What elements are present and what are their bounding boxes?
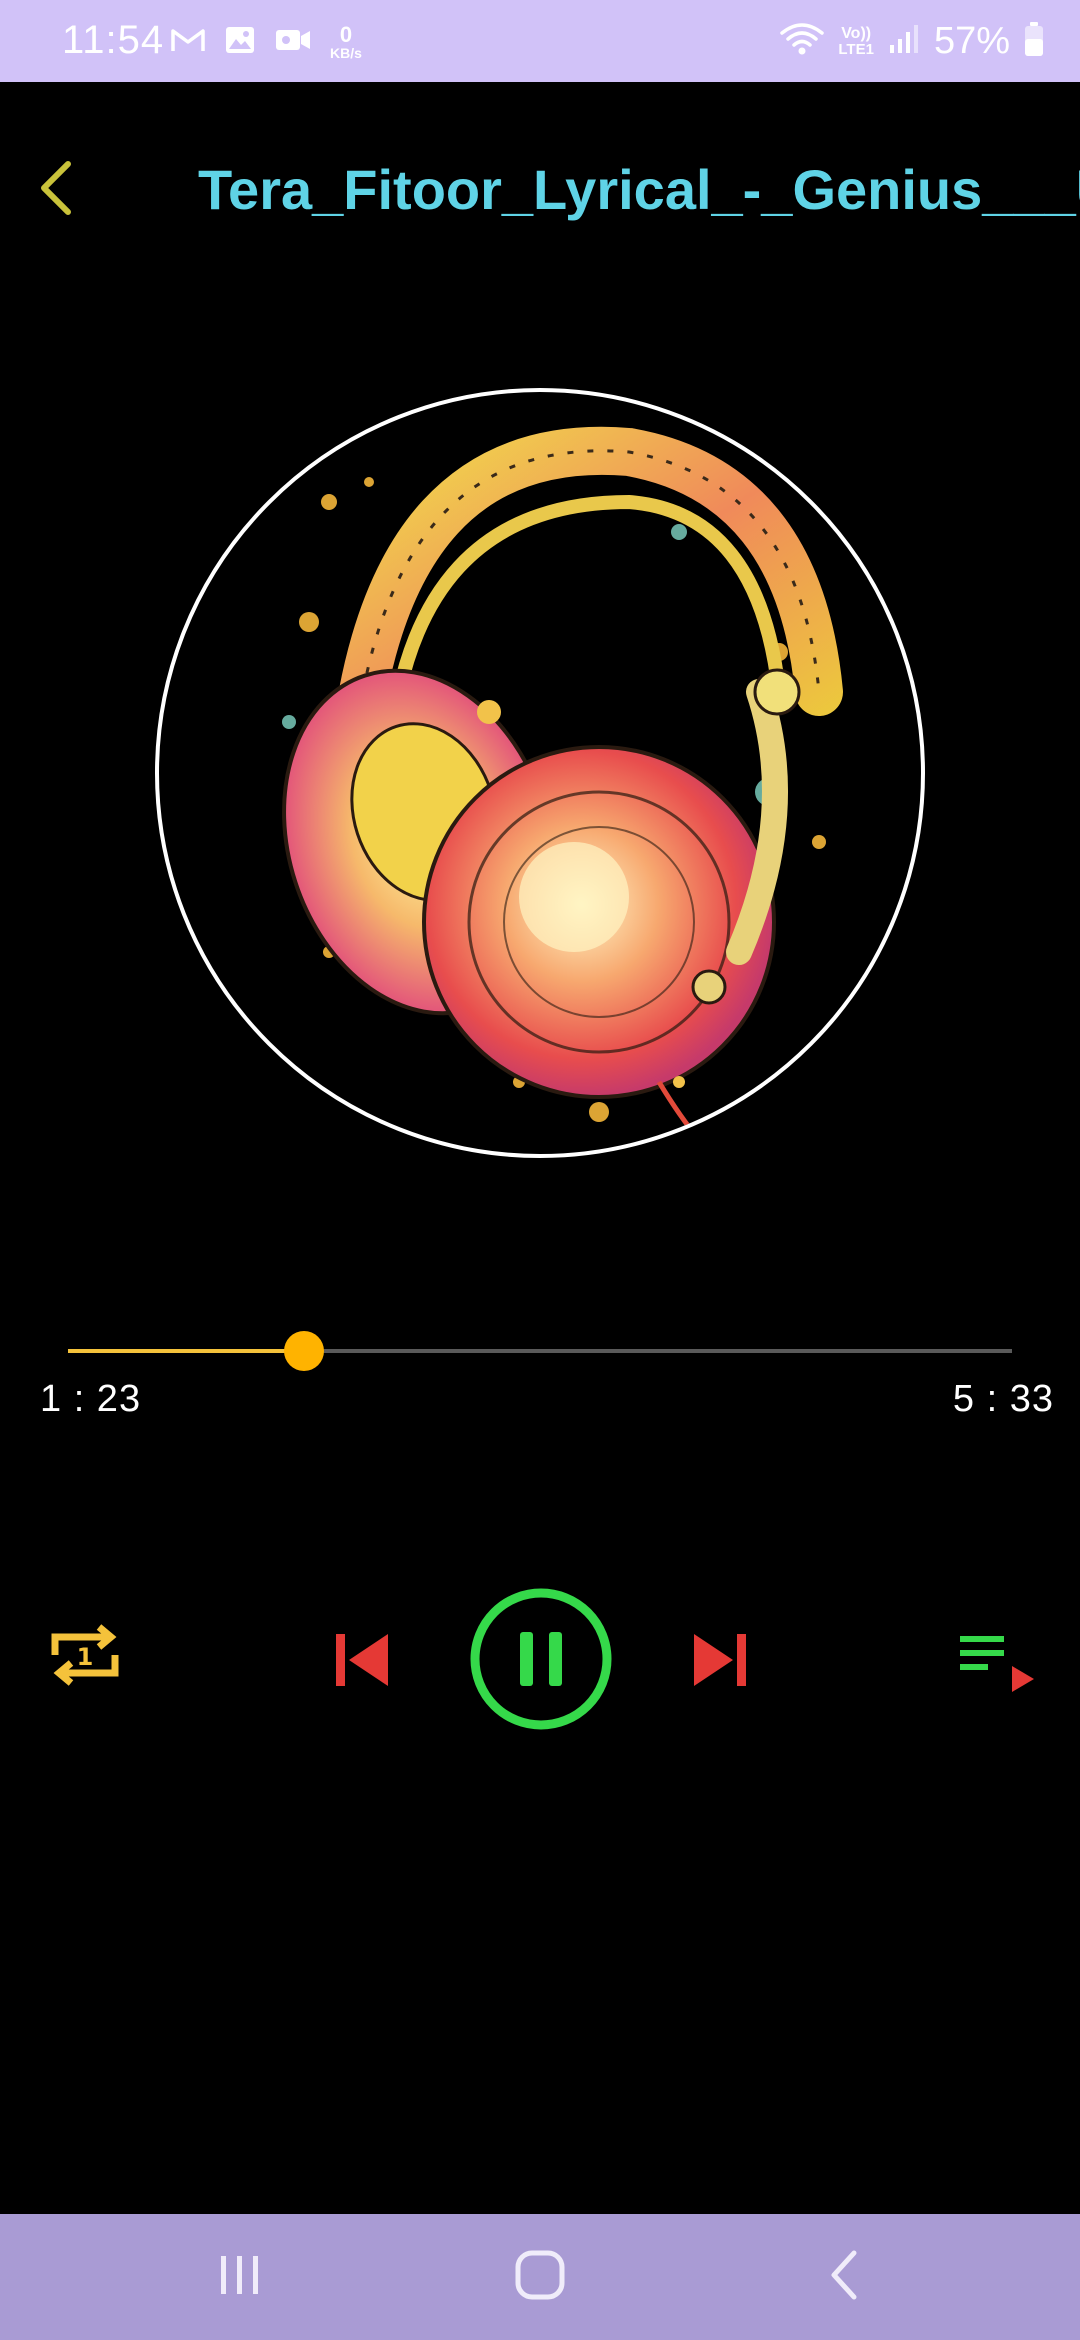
elapsed-time: 1 : 23 bbox=[40, 1378, 142, 1420]
network-speed: 0 KB/s bbox=[330, 22, 362, 61]
recent-apps-icon bbox=[215, 2250, 265, 2305]
wifi-icon bbox=[780, 21, 825, 62]
repeat-button[interactable]: 1 bbox=[40, 1612, 130, 1702]
back-button[interactable] bbox=[26, 150, 86, 230]
seek-bar[interactable] bbox=[68, 1331, 1012, 1371]
signal-icon bbox=[888, 23, 920, 60]
gmail-icon bbox=[170, 26, 206, 59]
home-button[interactable] bbox=[480, 2232, 600, 2322]
video-call-icon bbox=[274, 26, 312, 59]
system-icons: Vo)) LTE1 57% bbox=[780, 16, 1044, 66]
repeat-one-icon: 1 bbox=[45, 1615, 125, 1700]
queue-music-icon bbox=[950, 1618, 1050, 1723]
back-nav-button[interactable] bbox=[784, 2232, 904, 2322]
back-icon bbox=[824, 2247, 864, 2308]
status-bar: 11:54 0 KB/s Vo)) LTE1 57% bbox=[0, 0, 1080, 82]
album-art bbox=[155, 388, 925, 1158]
system-nav-bar bbox=[0, 2214, 1080, 2340]
queue-button[interactable] bbox=[950, 1620, 1050, 1720]
skip-next-icon bbox=[688, 1628, 752, 1697]
skip-previous-icon bbox=[330, 1628, 394, 1697]
battery-icon bbox=[1024, 21, 1044, 62]
total-duration: 5 : 33 bbox=[952, 1378, 1054, 1420]
music-player-screen: 11:54 0 KB/s Vo)) LTE1 57% Tera_Fitoor_L… bbox=[0, 0, 1080, 2340]
home-icon bbox=[512, 2247, 568, 2308]
seek-progress bbox=[68, 1349, 304, 1353]
gallery-icon bbox=[224, 25, 256, 60]
battery-percentage: 57% bbox=[933, 19, 1010, 62]
svg-text:1: 1 bbox=[77, 1643, 94, 1671]
volte-indicator: Vo)) LTE1 bbox=[838, 24, 874, 58]
status-time: 11:54 bbox=[62, 18, 165, 62]
pause-icon bbox=[468, 1586, 614, 1737]
next-button[interactable] bbox=[680, 1622, 760, 1702]
network-speed-value: 0 bbox=[339, 22, 353, 47]
lte-label: LTE1 bbox=[838, 40, 874, 58]
chevron-left-icon bbox=[36, 158, 76, 223]
seek-thumb[interactable] bbox=[284, 1331, 324, 1371]
song-title: Tera_Fitoor_Lyrical_-_Genius___Utkarsh_S… bbox=[198, 158, 1080, 221]
recent-apps-button[interactable] bbox=[180, 2232, 300, 2322]
notification-icons: 0 KB/s bbox=[170, 18, 362, 66]
volte-label: Vo)) bbox=[841, 24, 872, 42]
previous-button[interactable] bbox=[322, 1622, 402, 1702]
network-speed-unit: KB/s bbox=[330, 45, 362, 61]
headphones-artwork bbox=[282, 426, 843, 1154]
play-pause-button[interactable] bbox=[468, 1588, 614, 1734]
